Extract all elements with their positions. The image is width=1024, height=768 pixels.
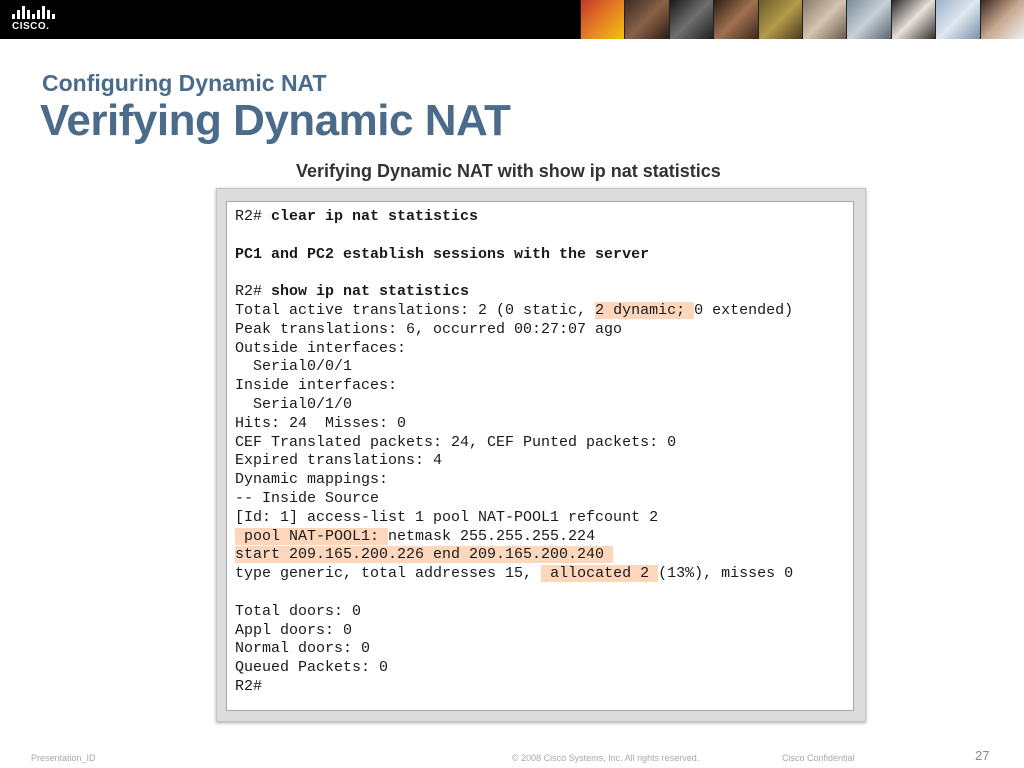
terminal-line: CEF Translated packets: 24, CEF Punted p… [235,433,677,451]
terminal-line: R2# [235,677,263,695]
terminal-line: -- Inside Source [235,489,380,507]
terminal-line: Serial0/1/0 [235,395,353,413]
slide-title: Verifying Dynamic NAT [40,96,511,145]
terminal-frame: R2# clear ip nat statistics PC1 and PC2 … [216,188,866,722]
terminal-line: Dynamic mappings: [235,471,389,489]
terminal-line: Inside interfaces: [235,377,398,395]
footer-presentation-id: Presentation_ID [31,753,96,763]
terminal-text: 0 extended) [694,301,794,319]
terminal-line: R2# clear ip nat statistics [235,208,793,227]
figure-caption: Verifying Dynamic NAT with show ip nat s… [296,161,721,181]
terminal-line: Total active translations: 2 (0 static, … [235,301,794,321]
cisco-logo-text: CISCO. [12,21,50,32]
terminal-output: R2# clear ip nat statistics PC1 and PC2 … [226,201,854,711]
terminal-line: type generic, total addresses 15, alloca… [235,565,793,584]
banner-photo [846,0,891,39]
cli-prompt: R2# [235,208,272,225]
banner-photo-strip [580,0,1024,39]
cisco-logo: CISCO. [12,6,60,34]
banner-photo [757,0,803,39]
terminal-line: Outside interfaces: [235,339,407,357]
banner-photo [935,0,980,39]
banner-photo [668,0,714,39]
banner-photo [713,0,758,39]
banner-photo [979,0,1024,39]
highlighted-text: 2 dynamic; [595,301,695,319]
terminal-text: netmask 255.255.255.224 [388,527,596,545]
terminal-line: Peak translations: 6, occurred 00:27:07 … [235,320,623,338]
cli-prompt: R2# [235,283,272,301]
banner-photo [802,0,847,39]
banner-photo [624,0,669,39]
highlighted-text: allocated 2 [541,565,659,583]
banner-photo [580,0,625,39]
cisco-logo-bars-icon [12,6,60,19]
terminal-line: [Id: 1] access-list 1 pool NAT-POOL1 ref… [235,508,659,526]
terminal-line: Normal doors: 0 [235,640,371,658]
banner-photo [890,0,936,39]
terminal-note: PC1 and PC2 establish sessions with the … [235,245,650,263]
terminal-line: Hits: 24 Misses: 0 [235,414,407,432]
terminal-lines: R2# clear ip nat statistics PC1 and PC2 … [235,208,793,697]
terminal-line: Appl doors: 0 [235,621,353,639]
cli-command: clear ip nat statistics [271,208,479,225]
terminal-text: type generic, total addresses 15, [235,565,542,583]
terminal-text: Total active translations: 2 (0 static, [235,301,596,319]
page-number: 27 [975,748,990,763]
terminal-line: pool NAT-POOL1: netmask 255.255.255.224 [235,527,793,547]
highlighted-text: start 209.165.200.226 end 209.165.200.24… [235,546,614,564]
slide-subtitle: Configuring Dynamic NAT [42,70,327,96]
footer-confidential: Cisco Confidential [782,753,855,763]
terminal-line: start 209.165.200.226 end 209.165.200.24… [235,546,793,565]
top-banner: CISCO. [0,0,1024,39]
footer-copyright: © 2008 Cisco Systems, Inc. All rights re… [512,753,700,763]
terminal-text: (13%), misses 0 [658,565,794,583]
terminal-line: Total doors: 0 [235,602,362,620]
terminal-line: Serial0/0/1 [235,358,353,376]
terminal-line: Expired translations: 4 [235,452,443,470]
terminal-line: Queued Packets: 0 [235,659,389,677]
highlighted-text: pool NAT-POOL1: [235,527,389,545]
cli-command: show ip nat statistics [271,283,470,301]
terminal-line: R2# show ip nat statistics [235,283,793,302]
